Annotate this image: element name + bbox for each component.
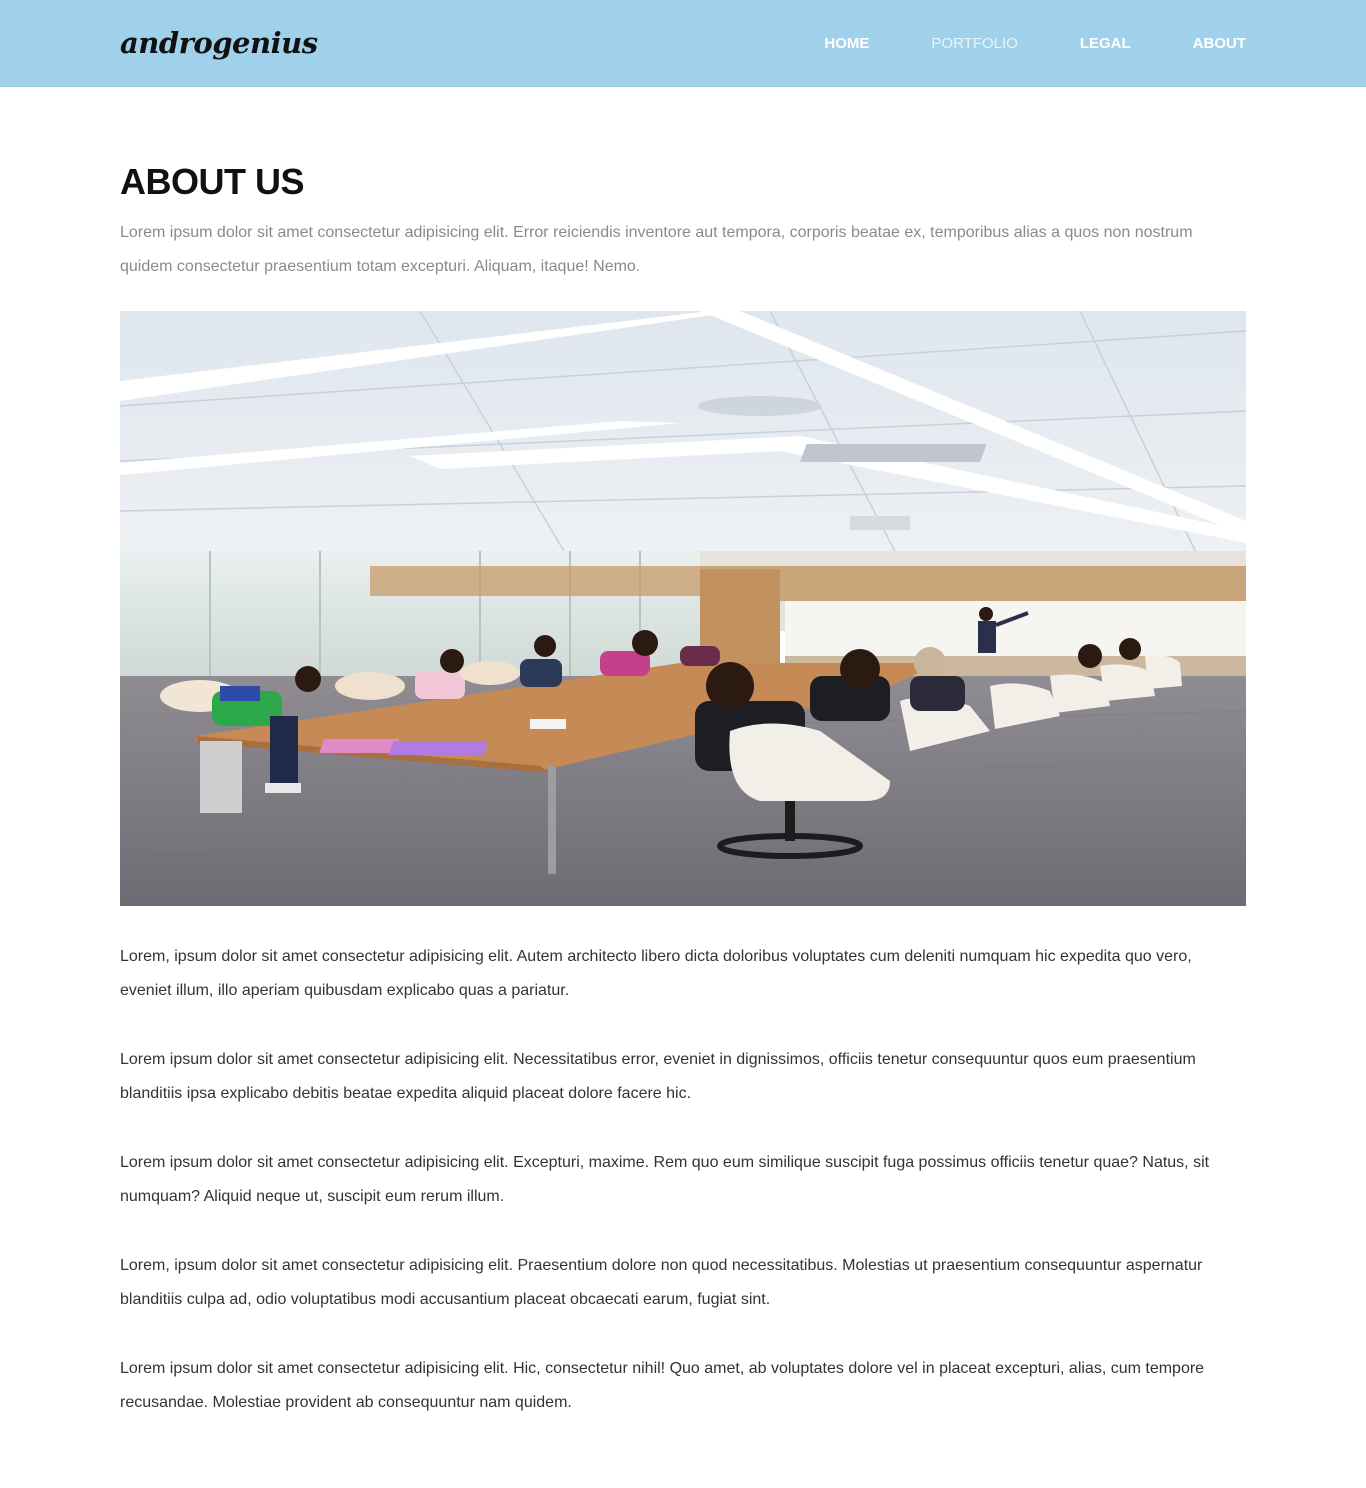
- hero-image: [120, 311, 1246, 906]
- nav-item-about[interactable]: ABOUT: [1193, 35, 1246, 52]
- page-title: ABOUT US: [120, 161, 305, 202]
- brand-logo[interactable]: androgenius: [120, 26, 318, 60]
- nav-menu: HOME PORTFOLIO LEGAL ABOUT: [824, 35, 1246, 52]
- nav-item-home[interactable]: HOME: [824, 35, 869, 52]
- about-body-section: Lorem, ipsum dolor sit amet consectetur …: [120, 940, 1246, 1455]
- body-paragraph: Lorem ipsum dolor sit amet consectetur a…: [120, 1051, 1196, 1102]
- intro-paragraph: Lorem ipsum dolor sit amet consectetur a…: [120, 224, 1193, 275]
- navbar: androgenius HOME PORTFOLIO LEGAL ABOUT: [0, 0, 1366, 87]
- body-paragraph: Lorem, ipsum dolor sit amet consectetur …: [120, 1257, 1203, 1308]
- body-paragraph: Lorem ipsum dolor sit amet consectetur a…: [120, 1360, 1205, 1411]
- nav-item-portfolio[interactable]: PORTFOLIO: [931, 35, 1017, 52]
- nav-item-legal[interactable]: LEGAL: [1080, 35, 1131, 52]
- about-header-section: ABOUT US Lorem ipsum dolor sit amet cons…: [120, 160, 1246, 284]
- body-paragraph: Lorem ipsum dolor sit amet consectetur a…: [120, 1154, 1210, 1205]
- body-paragraph: Lorem, ipsum dolor sit amet consectetur …: [120, 948, 1192, 999]
